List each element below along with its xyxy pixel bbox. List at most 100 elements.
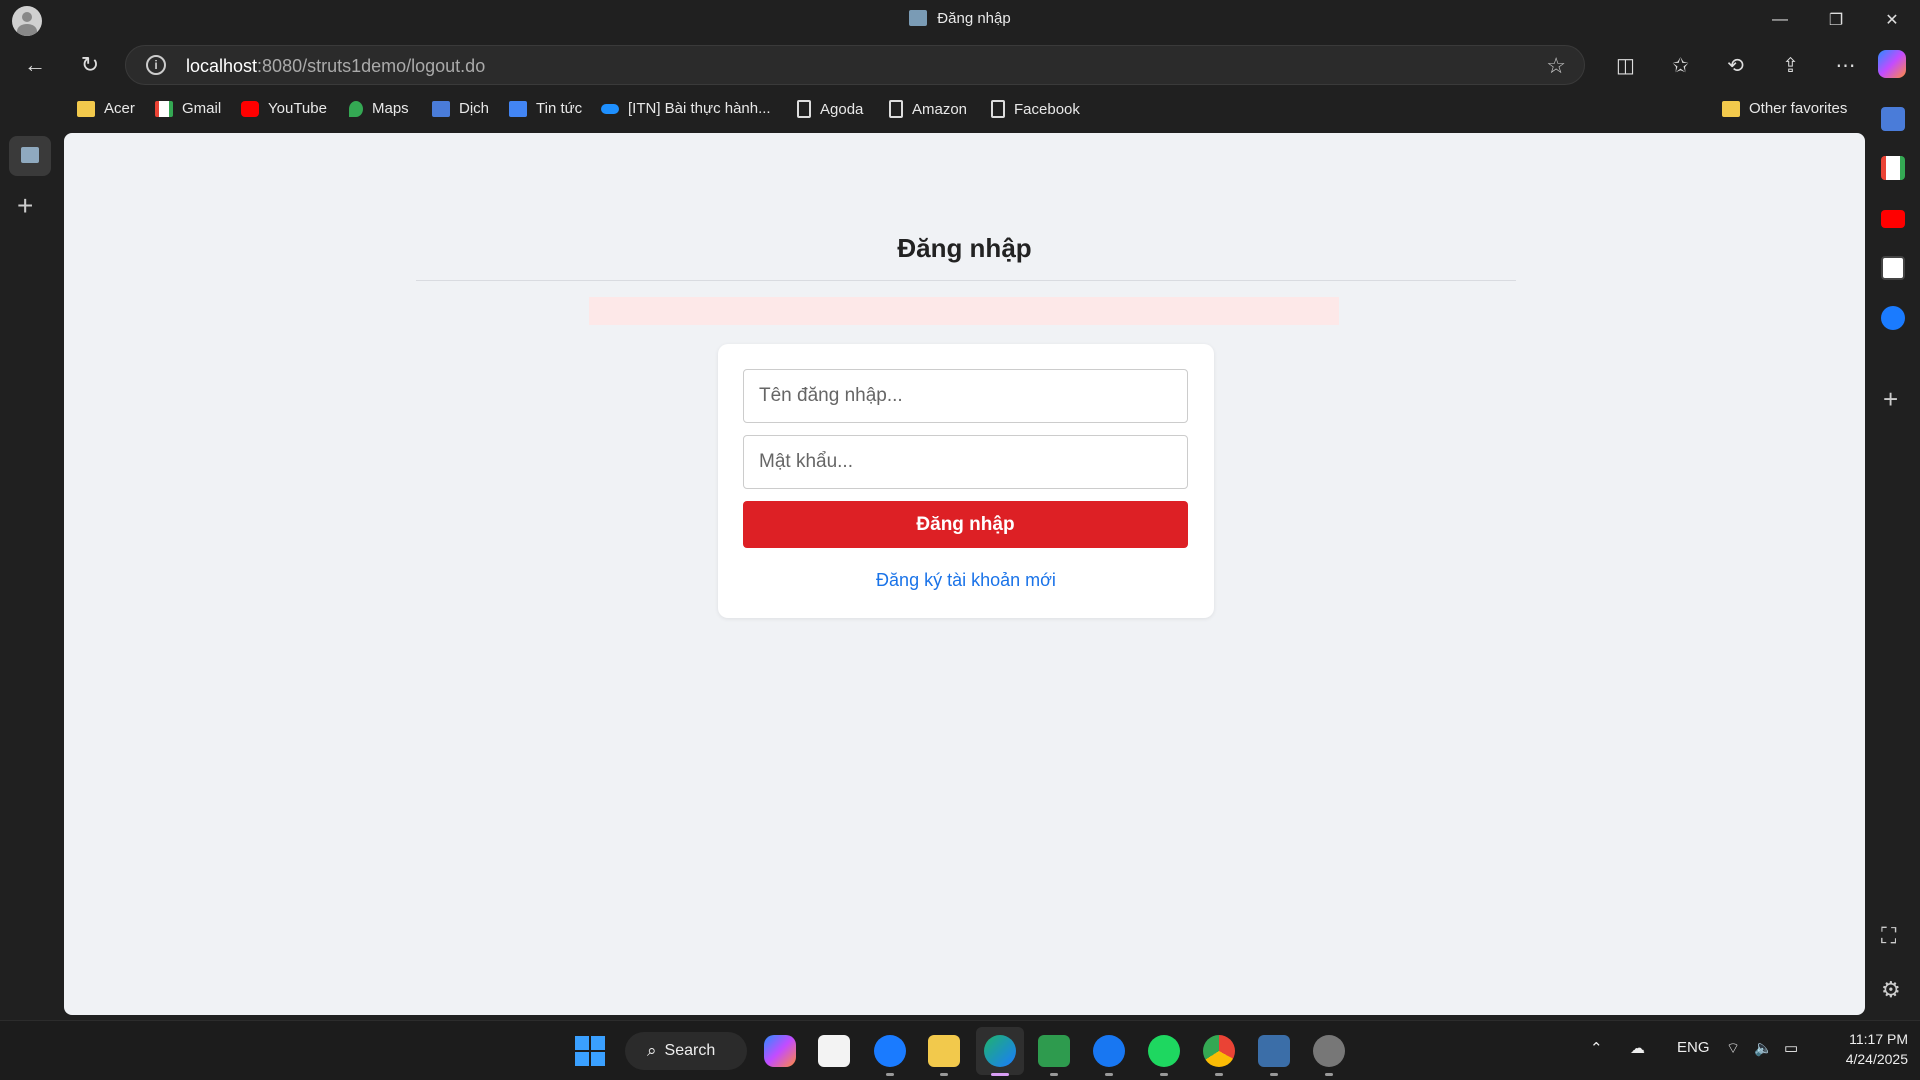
- bookmark-youtube[interactable]: YouTube: [241, 100, 327, 117]
- heading-divider: [416, 280, 1516, 281]
- refresh-icon[interactable]: ↻: [73, 49, 107, 81]
- youtube-icon: [241, 100, 259, 117]
- volume-icon[interactable]: 🔈: [1754, 1039, 1773, 1057]
- error-message-box: [589, 297, 1339, 325]
- clock-date: 4/24/2025: [1845, 1051, 1908, 1067]
- zalo-sidebar-icon[interactable]: [1881, 306, 1905, 330]
- onedrive-icon: [601, 103, 619, 114]
- settings-taskbar-icon[interactable]: [1313, 1035, 1345, 1067]
- bookmark-label: Facebook: [1014, 100, 1080, 118]
- vertical-tab-login[interactable]: [9, 136, 51, 176]
- edge-taskbar-icon[interactable]: [984, 1035, 1016, 1067]
- favorite-star-icon[interactable]: ☆: [1546, 53, 1566, 79]
- bookmark-label: Amazon: [912, 100, 968, 118]
- minimize-button[interactable]: —: [1752, 0, 1808, 40]
- tab-favicon-icon: [909, 10, 928, 26]
- history-icon[interactable]: ⟲: [1708, 48, 1763, 82]
- taskbar-search[interactable]: ⌕ Search: [625, 1032, 747, 1070]
- workbench-running-indicator: [1270, 1073, 1278, 1076]
- bookmark-facebook[interactable]: Facebook: [991, 100, 1080, 118]
- search-label: Search: [664, 1042, 716, 1059]
- copilot-icon[interactable]: [1878, 50, 1906, 78]
- copilot-taskbar-icon[interactable]: [764, 1035, 796, 1067]
- add-sidebar-app-icon[interactable]: +: [1883, 384, 1898, 415]
- split-screen-icon[interactable]: ◫: [1598, 48, 1653, 82]
- bookmark-label: Acer: [104, 100, 135, 117]
- active-tab[interactable]: Đăng nhập: [0, 10, 1920, 27]
- close-window-button[interactable]: ✕: [1864, 0, 1920, 40]
- url-path: :8080/struts1demo/logout.do: [257, 56, 486, 76]
- mysql-workbench-icon[interactable]: [1258, 1035, 1290, 1067]
- onedrive-tray-icon[interactable]: ☁: [1630, 1039, 1645, 1057]
- bookmark-gmail[interactable]: Gmail: [155, 100, 221, 117]
- bookmark-label: [ITN] Bài thực hành...: [628, 100, 771, 117]
- translate-icon: [432, 100, 450, 117]
- tray-overflow-chevron-icon[interactable]: ⌃: [1590, 1039, 1603, 1057]
- folder-icon: [1722, 100, 1740, 117]
- document-icon: [991, 100, 1005, 118]
- window-controls: — ❐ ✕: [1752, 0, 1920, 40]
- bookmark-agoda[interactable]: Agoda: [797, 100, 863, 118]
- store-taskbar-icon[interactable]: [818, 1035, 850, 1067]
- file-explorer-icon[interactable]: [928, 1035, 960, 1067]
- document-icon: [889, 100, 903, 118]
- login-form-card: Đăng nhập Đăng ký tài khoản mới: [718, 344, 1214, 618]
- taskbar-clock[interactable]: 11:17 PM 4/24/2025: [1820, 1029, 1908, 1069]
- vertical-tabs-rail: +: [0, 130, 60, 1020]
- chrome-taskbar-icon[interactable]: [1203, 1035, 1235, 1067]
- gmail-sidebar-icon[interactable]: [1881, 156, 1905, 180]
- password-input[interactable]: [743, 435, 1188, 489]
- favorites-icon[interactable]: ✩: [1653, 48, 1708, 82]
- explorer-running-indicator: [940, 1073, 948, 1076]
- chrome-running-indicator: [1215, 1073, 1223, 1076]
- bookmark-label: Dịch: [459, 100, 490, 117]
- other-favorites-label: Other favorites: [1749, 100, 1848, 117]
- screenshot-icon[interactable]: ⛶: [1881, 923, 1896, 949]
- clock-time: 11:17 PM: [1849, 1031, 1908, 1047]
- c-app-sidebar-icon[interactable]: [1881, 256, 1905, 280]
- navigation-bar: ← ↻ i localhost:8080/struts1demo/logout.…: [0, 40, 1920, 90]
- gmail-icon: [155, 100, 173, 117]
- news-icon: [509, 100, 527, 117]
- new-tab-plus-icon[interactable]: +: [17, 190, 33, 222]
- settings-gear-icon[interactable]: ⚙: [1881, 977, 1901, 1003]
- document-icon: [797, 100, 811, 118]
- register-link[interactable]: Đăng ký tài khoản mới: [718, 570, 1214, 591]
- wifi-icon[interactable]: ⌔: [1726, 1039, 1740, 1058]
- other-favorites[interactable]: Other favorites: [1722, 100, 1847, 117]
- bookmark-tin-tuc[interactable]: Tin tức: [509, 100, 582, 117]
- zalo-running-indicator: [886, 1073, 894, 1076]
- search-icon: ⌕: [647, 1041, 657, 1060]
- bookmark-maps[interactable]: Maps: [349, 100, 409, 117]
- login-button[interactable]: Đăng nhập: [743, 501, 1188, 548]
- bookmark-label: Maps: [372, 100, 409, 117]
- share-icon[interactable]: ⇪: [1763, 48, 1818, 82]
- youtube-sidebar-icon[interactable]: [1881, 210, 1905, 228]
- spotify-running-indicator: [1160, 1073, 1168, 1076]
- address-bar[interactable]: i localhost:8080/struts1demo/logout.do ☆: [125, 45, 1585, 85]
- username-input[interactable]: [743, 369, 1188, 423]
- windows-start-icon[interactable]: [575, 1036, 605, 1066]
- translate-sidebar-icon[interactable]: [1881, 107, 1905, 131]
- bookmark-acer[interactable]: Acer: [77, 100, 135, 117]
- site-info-icon[interactable]: i: [146, 55, 166, 75]
- right-sidebar: + ⛶ ⚙: [1867, 90, 1920, 1020]
- facebook-running-indicator: [1105, 1073, 1113, 1076]
- spotify-taskbar-icon[interactable]: [1148, 1035, 1180, 1067]
- language-indicator[interactable]: ENG: [1677, 1039, 1710, 1056]
- bookmark-amazon[interactable]: Amazon: [889, 100, 967, 118]
- url-text[interactable]: localhost:8080/struts1demo/logout.do: [186, 56, 485, 77]
- bookmark-label: Tin tức: [536, 100, 583, 117]
- bookmark-label: YouTube: [268, 100, 327, 117]
- restore-button[interactable]: ❐: [1808, 0, 1864, 40]
- bookmark-itn[interactable]: [ITN] Bài thực hành...: [601, 100, 771, 117]
- bookmark-dich[interactable]: Dịch: [432, 100, 489, 117]
- battery-icon[interactable]: ▭: [1784, 1039, 1798, 1057]
- zalo-taskbar-icon[interactable]: [874, 1035, 906, 1067]
- back-arrow-icon[interactable]: ←: [18, 49, 52, 81]
- sheets-running-indicator: [1050, 1073, 1058, 1076]
- sheets-taskbar-icon[interactable]: [1038, 1035, 1070, 1067]
- facebook-taskbar-icon[interactable]: [1093, 1035, 1125, 1067]
- more-menu-icon[interactable]: ⋯: [1818, 48, 1873, 82]
- maps-icon: [349, 100, 363, 117]
